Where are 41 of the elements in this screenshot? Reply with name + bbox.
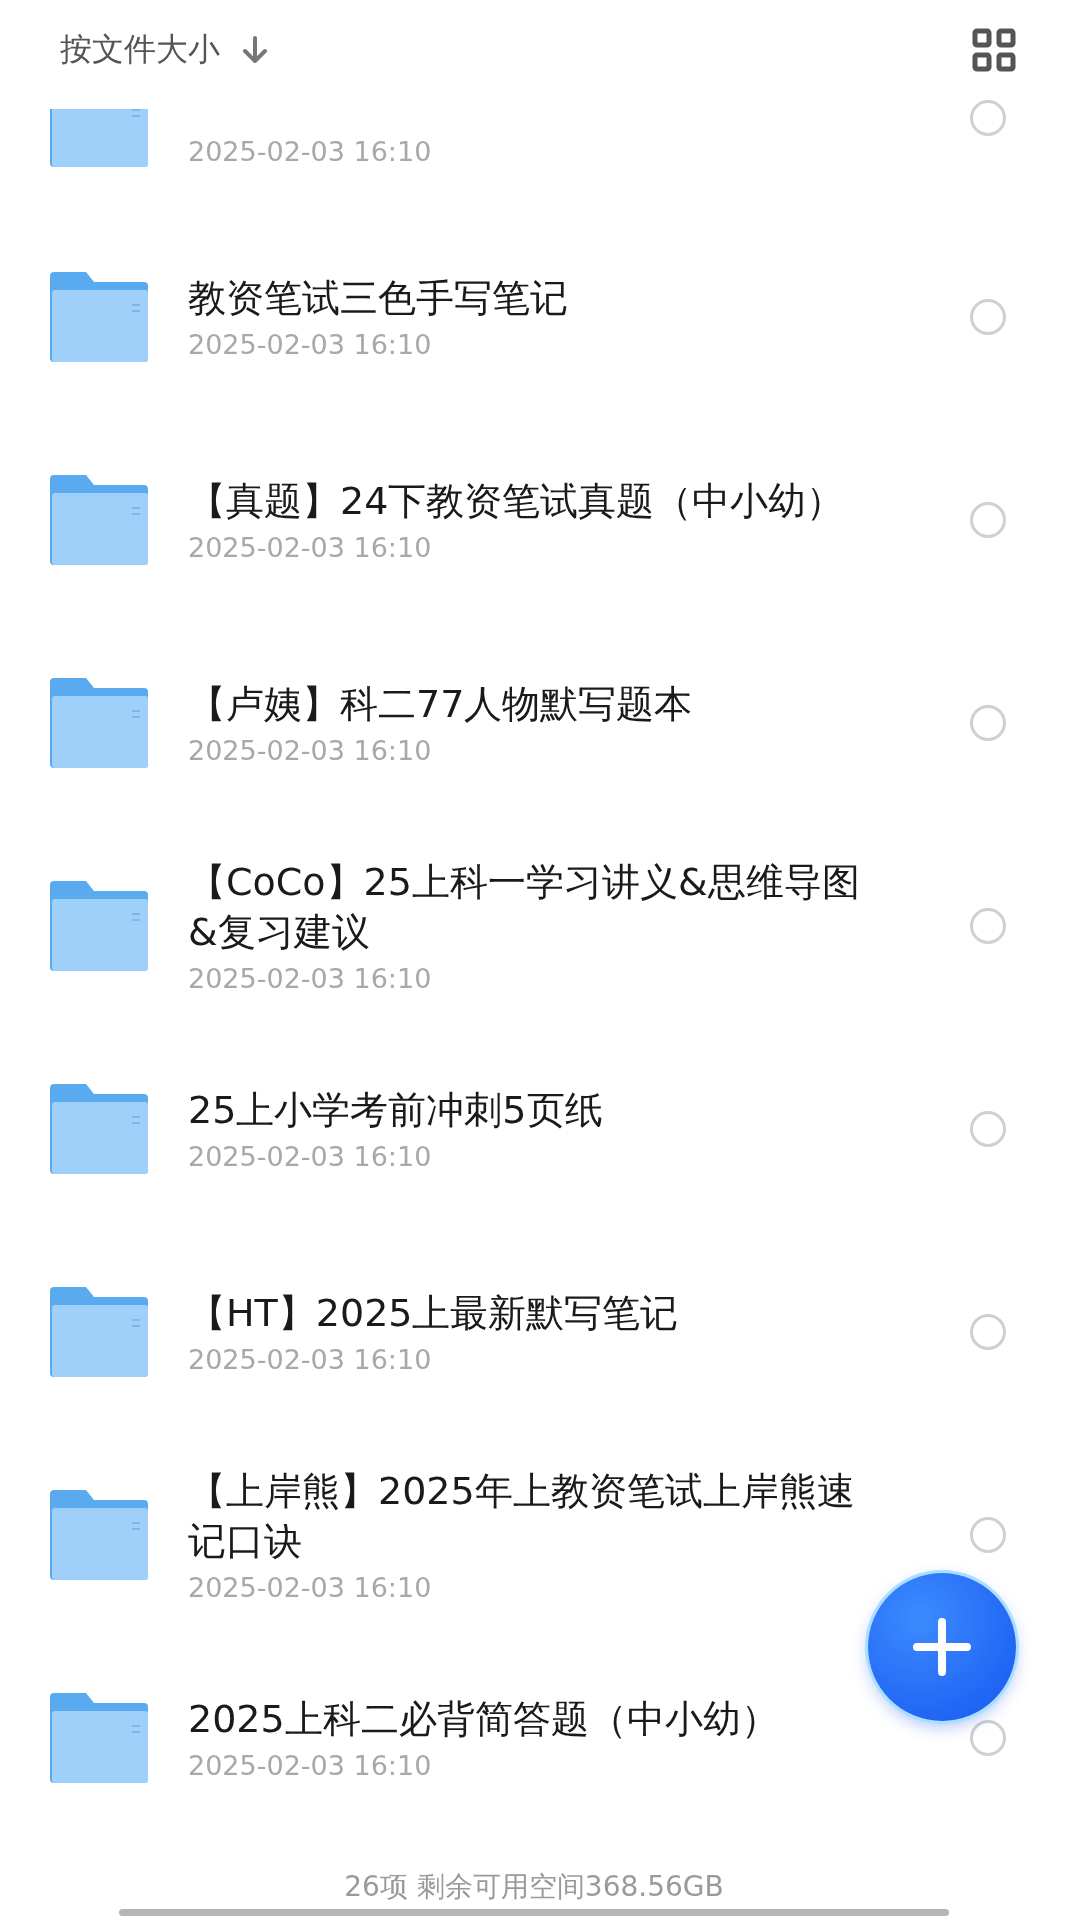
- folder-icon: [50, 474, 148, 565]
- folder-name[interactable]: 【上岸熊】2025年上教资笔试上岸熊速记口诀: [188, 1466, 868, 1566]
- folder-date: 2025-02-03 16:10: [188, 532, 432, 563]
- folder-icon: [50, 677, 148, 768]
- select-radio[interactable]: [970, 907, 1006, 944]
- folder-icon: [50, 1286, 148, 1377]
- storage-summary: 26项 剩余可用空间368.56GB: [344, 1871, 724, 1903]
- sort-label[interactable]: 按文件大小: [60, 28, 220, 72]
- select-radio[interactable]: [970, 100, 1006, 136]
- select-radio[interactable]: [970, 1516, 1006, 1553]
- folder-icon: [50, 271, 148, 362]
- folder-date: 2025-02-03 16:10: [188, 1572, 432, 1603]
- home-indicator[interactable]: [119, 1909, 949, 1916]
- folder-name[interactable]: 25上小学考前冲刺5页纸: [188, 1085, 603, 1135]
- folder-date: 2025-02-03 16:10: [188, 1141, 432, 1172]
- folder-name[interactable]: 【卢姨】科二77人物默写题本: [188, 679, 693, 729]
- folder-name[interactable]: 【CoCo】25上科一学习讲义&思维导图&复习建议: [188, 857, 868, 957]
- down-arrow-icon[interactable]: [240, 35, 270, 65]
- folder-date: 2025-02-03 16:10: [188, 1344, 432, 1375]
- select-radio[interactable]: [970, 1719, 1006, 1756]
- folder-date: 2025-02-03 16:10: [188, 1750, 432, 1781]
- folder-icon: [50, 1083, 148, 1174]
- select-radio[interactable]: [970, 1313, 1006, 1350]
- folder-date: 2025-02-03 16:10: [188, 963, 432, 994]
- folder-name[interactable]: 【HT】2025上最新默写笔记: [188, 1288, 679, 1338]
- plus-icon: [913, 1618, 971, 1676]
- folder-name[interactable]: 【真题】24下教资笔试真题（中小幼）: [188, 476, 845, 526]
- folder-name[interactable]: 教资笔试三色手写笔记: [188, 273, 568, 323]
- folder-date: 2025-02-03 16:10: [188, 735, 432, 766]
- folder-icon: [50, 1489, 148, 1580]
- folder-date: 2025-02-03 16:10: [188, 329, 432, 360]
- add-button[interactable]: [868, 1573, 1016, 1721]
- folder-name[interactable]: 2025上科二必背简答题（中小幼）: [188, 1694, 779, 1744]
- folder-icon: [50, 1692, 148, 1783]
- folder-date: 2025-02-03 16:10: [188, 136, 432, 167]
- folder-icon: [50, 880, 148, 971]
- select-radio[interactable]: [970, 704, 1006, 741]
- select-radio[interactable]: [970, 1110, 1006, 1147]
- select-radio[interactable]: [970, 298, 1006, 335]
- grid-view-icon[interactable]: [972, 28, 1016, 72]
- select-radio[interactable]: [970, 501, 1006, 538]
